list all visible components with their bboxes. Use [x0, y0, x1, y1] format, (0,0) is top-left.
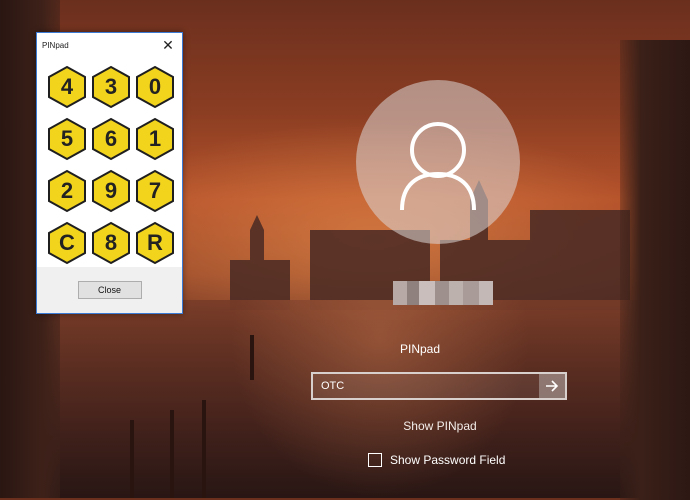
pinpad-key[interactable]: 4 [47, 65, 87, 109]
show-password-label: Show Password Field [390, 453, 506, 467]
pinpad-key[interactable]: C [47, 221, 87, 265]
pinpad-key-label: 9 [104, 178, 118, 203]
mooring-pole [202, 400, 206, 498]
pinpad-key[interactable]: 0 [135, 65, 175, 109]
show-password-checkbox[interactable]: Show Password Field [368, 453, 505, 467]
pinpad-key-label: 6 [104, 126, 118, 151]
pinpad-key[interactable]: 3 [91, 65, 131, 109]
pinpad-key-label: 7 [148, 178, 162, 203]
pinpad-key-grid: 4 3 0 5 6 1 2 9 7 C 8 R [47, 65, 177, 265]
password-input[interactable] [313, 374, 539, 398]
pinpad-key-label: 4 [60, 74, 74, 99]
pinpad-key[interactable]: R [135, 221, 175, 265]
pinpad-key-label: 1 [148, 126, 162, 151]
pinpad-key-label: C [59, 230, 75, 255]
show-pinpad-link-row: Show PINpad [0, 419, 690, 433]
checkbox-box[interactable] [368, 453, 382, 467]
close-button[interactable]: Close [77, 281, 142, 299]
user-icon [400, 122, 476, 211]
arrow-right-icon [546, 380, 559, 392]
window-close-icon[interactable]: ✕ [160, 37, 176, 53]
pinpad-key[interactable]: 2 [47, 169, 87, 213]
pinpad-key-label: R [147, 230, 163, 255]
username-redacted [393, 281, 493, 305]
pinpad-key[interactable]: 9 [91, 169, 131, 213]
password-field-container [311, 372, 567, 400]
pinpad-key[interactable]: 8 [91, 221, 131, 265]
pinpad-key[interactable]: 6 [91, 117, 131, 161]
pinpad-key-label: 2 [60, 178, 74, 203]
pinpad-key-label: 3 [104, 74, 118, 99]
user-avatar [356, 80, 520, 244]
pinpad-key-label: 5 [60, 126, 74, 151]
pinpad-key[interactable]: 5 [47, 117, 87, 161]
pinpad-key[interactable]: 1 [135, 117, 175, 161]
pinpad-window: PINpad ✕ 4 3 0 5 6 1 2 9 7 C 8 R Close [36, 32, 183, 314]
pinpad-key[interactable]: 7 [135, 169, 175, 213]
pinpad-window-title: PINpad [42, 40, 69, 50]
pinpad-footer: Close [37, 267, 182, 313]
pinpad-key-label: 0 [148, 74, 162, 99]
submit-button[interactable] [539, 374, 565, 398]
pinpad-titlebar: PINpad ✕ [37, 33, 182, 57]
show-pinpad-link[interactable]: Show PINpad [403, 419, 476, 433]
pinpad-key-label: 8 [104, 230, 118, 255]
credential-provider-label: PINpad [399, 342, 441, 356]
